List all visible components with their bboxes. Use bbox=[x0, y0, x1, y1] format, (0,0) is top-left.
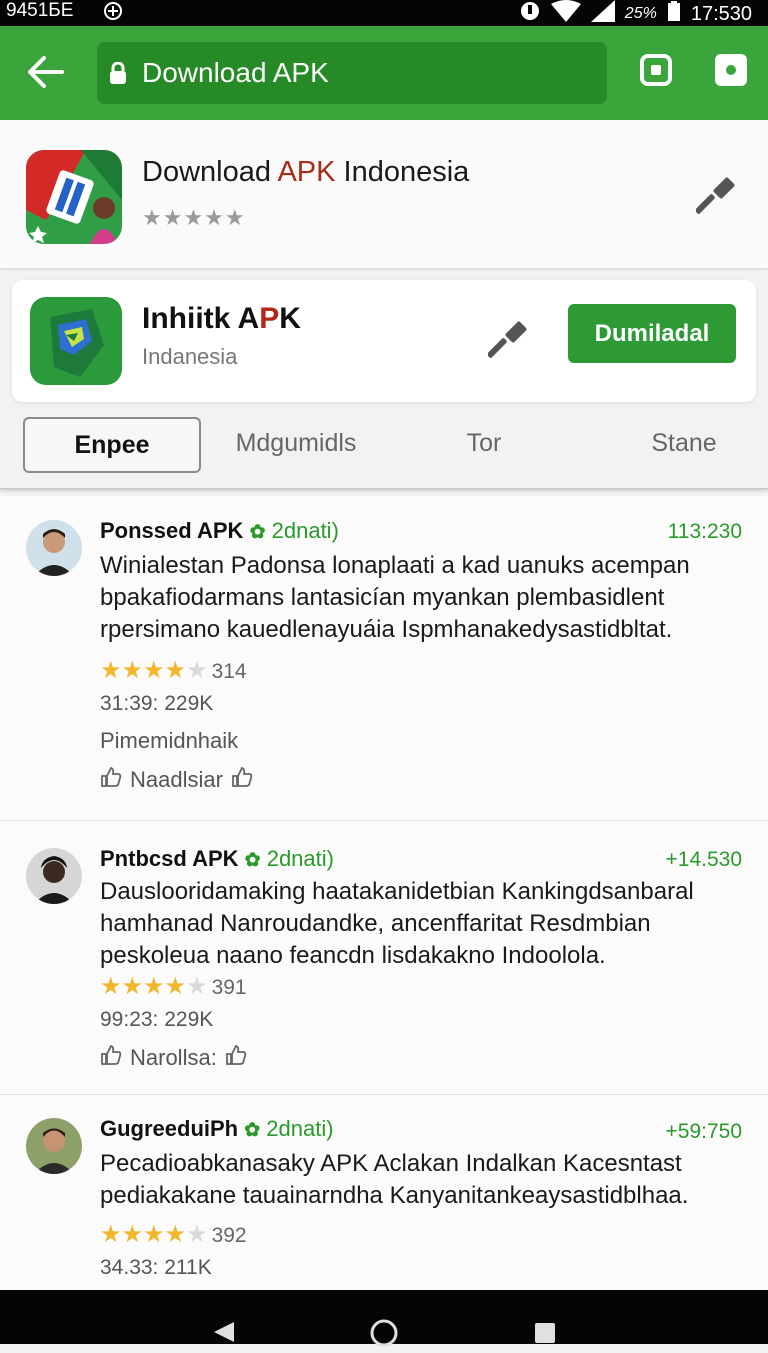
url-bar[interactable]: Download APK bbox=[97, 42, 607, 104]
nav-recents-icon[interactable] bbox=[534, 1322, 556, 1349]
review-meta: 99:23: 229K bbox=[100, 1008, 214, 1031]
helpful-label[interactable]: Naadlsiar bbox=[130, 767, 223, 793]
nav-back-icon[interactable] bbox=[212, 1320, 236, 1349]
app-title: Download APK Indonesia bbox=[142, 156, 470, 188]
hammer-icon[interactable] bbox=[487, 320, 528, 360]
rating-count: 314 bbox=[211, 660, 247, 683]
review-actions: Naadlsiar bbox=[100, 766, 253, 794]
screenshot-icon[interactable] bbox=[640, 54, 672, 86]
review-stars: ★★★★★ 391 bbox=[100, 973, 247, 1000]
tab-bar: Enpee Mdgumidls Tor Stane bbox=[0, 406, 768, 489]
camera-icon[interactable] bbox=[715, 54, 747, 86]
avatar bbox=[26, 848, 82, 904]
browser-toolbar: Download APK bbox=[0, 26, 768, 120]
nav-home-icon[interactable] bbox=[369, 1318, 399, 1353]
avatar bbox=[26, 520, 82, 576]
list-item: Ponssed APK ✿ 2dnati) 113:230 Winialesta… bbox=[0, 496, 768, 821]
list-item: Pntbcsd APK ✿ 2dnati) +14.530 Dausloorid… bbox=[0, 820, 768, 1095]
tab-tor[interactable]: Tor bbox=[430, 417, 538, 469]
thumbs-up-icon[interactable] bbox=[225, 1044, 247, 1072]
avatar bbox=[26, 1118, 82, 1174]
helpful-label[interactable]: Narollsa: bbox=[130, 1045, 217, 1071]
review-text: Dauslooridamaking haatakanidetbian Kanki… bbox=[100, 878, 694, 969]
review-stars: ★★★★★ 314 bbox=[100, 657, 247, 684]
app-icon bbox=[30, 297, 122, 385]
review-actions: Narollsa: bbox=[100, 1044, 247, 1072]
rating-count: 391 bbox=[211, 976, 247, 999]
clock: 17:530 bbox=[690, 2, 752, 25]
review-number: 113:230 bbox=[667, 520, 742, 543]
status-left-text: 9451БЕ bbox=[6, 0, 74, 21]
review-meta: 34.33: 211K bbox=[100, 1256, 212, 1279]
verified-icon: ✿ bbox=[244, 850, 261, 871]
review-author: GugreeduiPh ✿ 2dnati) bbox=[100, 1116, 334, 1141]
review-author: Pntbcsd APK ✿ 2dnati) bbox=[100, 846, 334, 871]
back-arrow-icon[interactable] bbox=[26, 54, 66, 90]
app-logo-icon bbox=[26, 150, 122, 244]
card-app-subtitle: Indanesia bbox=[142, 344, 238, 369]
review-author: Ponssed APK ✿ 2dnati) bbox=[100, 518, 339, 543]
tab-enpee[interactable]: Enpee bbox=[23, 417, 201, 473]
sync-icon bbox=[519, 1, 541, 27]
system-nav-bar bbox=[0, 1290, 768, 1347]
review-stars: ★★★★★ 392 bbox=[100, 1221, 247, 1248]
notification-icon bbox=[100, 1, 126, 27]
tab-stane[interactable]: Stane bbox=[620, 417, 748, 469]
status-bar: 9451БЕ 25% 17:530 bbox=[0, 0, 768, 26]
tab-mdgumidls[interactable]: Mdgumidls bbox=[216, 417, 376, 469]
thumbs-up-icon[interactable] bbox=[231, 766, 253, 794]
signal-icon bbox=[590, 0, 615, 28]
url-text: Download APK bbox=[142, 57, 329, 88]
hammer-icon[interactable] bbox=[695, 176, 736, 216]
wifi-icon bbox=[550, 0, 581, 28]
app-rating-stars: ★★★★★ bbox=[142, 205, 246, 230]
download-button[interactable]: Dumiladal bbox=[568, 304, 736, 363]
thumbs-up-icon[interactable] bbox=[100, 1044, 122, 1072]
app-header: Download APK Indonesia ★★★★★ bbox=[0, 120, 768, 268]
battery-text: 25% bbox=[624, 5, 657, 22]
review-extra: Pimemidnhaik bbox=[100, 728, 239, 753]
review-number: +14.530 bbox=[665, 848, 743, 871]
rating-count: 392 bbox=[211, 1224, 247, 1247]
list-item: GugreeduiPh ✿ 2dnati) +59:750 Pecadioabk… bbox=[0, 1094, 768, 1290]
lock-icon bbox=[109, 61, 127, 84]
verified-icon: ✿ bbox=[249, 522, 266, 543]
review-meta: 31:39: 229K bbox=[100, 692, 214, 715]
verified-icon: ✿ bbox=[244, 1120, 261, 1141]
review-list: Ponssed APK ✿ 2dnati) 113:230 Winialesta… bbox=[0, 496, 768, 1290]
review-text: Pecadioabkanasaky APK Aclakan Indalkan K… bbox=[100, 1150, 689, 1209]
app-card: Inhiitk APK Indanesia Dumiladal bbox=[12, 280, 756, 402]
card-app-title: Inhiitk APK bbox=[142, 302, 301, 335]
battery-icon bbox=[667, 1, 681, 27]
review-number: +59:750 bbox=[665, 1120, 743, 1143]
review-text: Winialestan Padonsa lonaplaati a kad uan… bbox=[100, 552, 690, 643]
thumbs-up-icon[interactable] bbox=[100, 766, 122, 794]
